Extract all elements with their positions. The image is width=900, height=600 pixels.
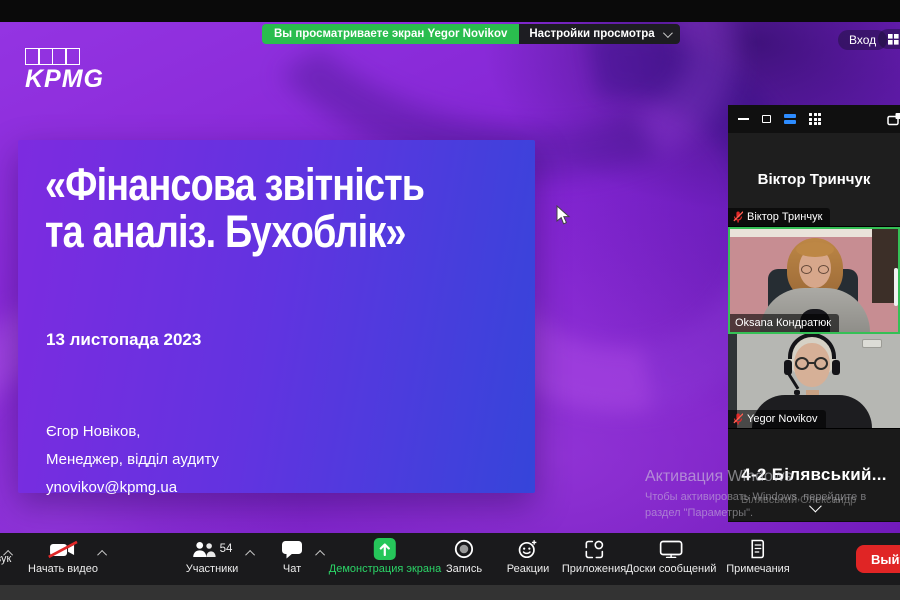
reactions-icon xyxy=(518,540,537,559)
taskbar-strip xyxy=(0,585,900,600)
whiteboards-label: Доски сообщений xyxy=(625,563,717,575)
muted-mic-icon xyxy=(733,211,743,223)
muted-mic-icon xyxy=(733,413,743,425)
participants-icon xyxy=(193,541,216,557)
video-tile-yegor[interactable]: Yegor Novikov xyxy=(728,334,900,429)
speaker-view-icon[interactable] xyxy=(762,115,771,123)
participants-video-panel: Віктор Тринчук Віктор Тринчук Oksana Кон… xyxy=(728,105,900,522)
more-participants-chevron[interactable] xyxy=(809,499,822,517)
chat-options-chevron[interactable] xyxy=(315,544,326,562)
strip-view-icon[interactable] xyxy=(784,114,796,124)
viewing-screen-badge: Вы просматриваете экран Yegor Novikov xyxy=(262,24,520,44)
slide-date: 13 листопада 2023 xyxy=(46,330,202,349)
top-black-bar xyxy=(0,0,900,22)
video-tile-viktor[interactable]: Віктор Тринчук Віктор Тринчук xyxy=(728,133,900,227)
meeting-toolbar: Звук Начать видео 54 xyxy=(0,533,900,585)
participant-name-label: Yegor Novikov xyxy=(728,410,826,428)
screen-view-banner: Вы просматриваете экран Yegor Novikov На… xyxy=(262,24,680,44)
share-screen-label: Демонстрация экрана xyxy=(328,563,442,575)
gallery-view-icon[interactable] xyxy=(809,113,821,125)
presenter-email: ynovikov@kpmg.ua xyxy=(46,478,178,496)
participants-button[interactable]: 54 Участники xyxy=(185,538,239,575)
reactions-button[interactable]: Реакции xyxy=(506,538,550,575)
grid-view-icon xyxy=(888,33,899,45)
chat-label: Чат xyxy=(282,563,302,575)
participant-name-label: Oksana Кондратюк xyxy=(730,314,840,332)
video-tile-bilyavskyi[interactable]: 4-2 Білявський... Білявський Олександр xyxy=(728,429,900,521)
apps-label: Приложения xyxy=(561,563,627,575)
start-video-label: Начать видео xyxy=(28,563,98,575)
notes-label: Примечания xyxy=(726,563,790,575)
slide-title-line1: «Фінансова звітність xyxy=(45,159,425,210)
record-button[interactable]: Запись xyxy=(446,538,482,575)
slide-presenter-block: Єгор Новіков, Менеджер, відділ аудиту yn… xyxy=(46,418,219,501)
apps-button[interactable]: Приложения xyxy=(562,538,626,575)
camera-off-icon xyxy=(48,540,78,558)
chevron-down-icon xyxy=(662,27,673,38)
video-panel-header xyxy=(728,105,900,133)
record-label: Запись xyxy=(445,563,483,575)
record-icon xyxy=(454,539,474,559)
view-options-button[interactable]: Настройки просмотра xyxy=(519,24,680,44)
audio-options-chevron[interactable] xyxy=(3,544,14,562)
start-video-button[interactable]: Начать видео xyxy=(28,538,98,575)
presentation-slide: «Фінансова звітність та аналіз. Бухоблік… xyxy=(18,140,535,496)
whiteboards-button[interactable]: Доски сообщений xyxy=(625,538,717,575)
kpmg-logo-text: KPMG xyxy=(25,65,104,93)
share-screen-icon xyxy=(374,538,396,560)
slide-title-line2: та аналіз. Бухоблік» xyxy=(45,205,406,257)
apps-icon xyxy=(585,540,603,558)
view-mode-button[interactable]: В xyxy=(878,29,900,49)
leave-meeting-button[interactable]: Выйти xyxy=(856,545,900,573)
whiteboard-icon xyxy=(659,540,683,558)
popout-panel-icon[interactable] xyxy=(887,112,900,131)
share-screen-button[interactable]: Демонстрация экрана xyxy=(329,538,441,575)
panel-scrollbar[interactable] xyxy=(894,268,898,306)
presenter-name: Єгор Новіков, xyxy=(46,423,141,440)
view-options-label: Настройки просмотра xyxy=(529,28,655,40)
mouse-cursor xyxy=(556,205,571,225)
participants-label: Участники xyxy=(185,563,239,575)
kpmg-logo-squares xyxy=(25,48,104,65)
notes-button[interactable]: Примечания xyxy=(726,538,790,575)
participant-name-label: Віктор Тринчук xyxy=(728,208,831,226)
zoom-meeting-window: KPMG «Фінансова звітність та аналіз. Бух… xyxy=(0,0,900,600)
minimize-panel-icon[interactable] xyxy=(738,118,749,120)
participants-count: 54 xyxy=(219,543,233,555)
reactions-label: Реакции xyxy=(506,563,550,575)
participants-options-chevron[interactable] xyxy=(245,544,256,562)
video-tile-oksana[interactable]: Oksana Кондратюк xyxy=(728,227,900,334)
presenter-role: Менеджер, відділ аудиту xyxy=(46,450,220,468)
notes-icon xyxy=(751,539,765,559)
chat-button[interactable]: Чат xyxy=(282,538,303,575)
chat-icon xyxy=(282,540,302,558)
kpmg-logo: KPMG xyxy=(25,48,104,94)
video-options-chevron[interactable] xyxy=(97,544,108,562)
slide-title: «Фінансова звітність та аналіз. Бухоблік… xyxy=(45,159,425,257)
participant-name-label: Білявський Олександр xyxy=(741,494,857,506)
